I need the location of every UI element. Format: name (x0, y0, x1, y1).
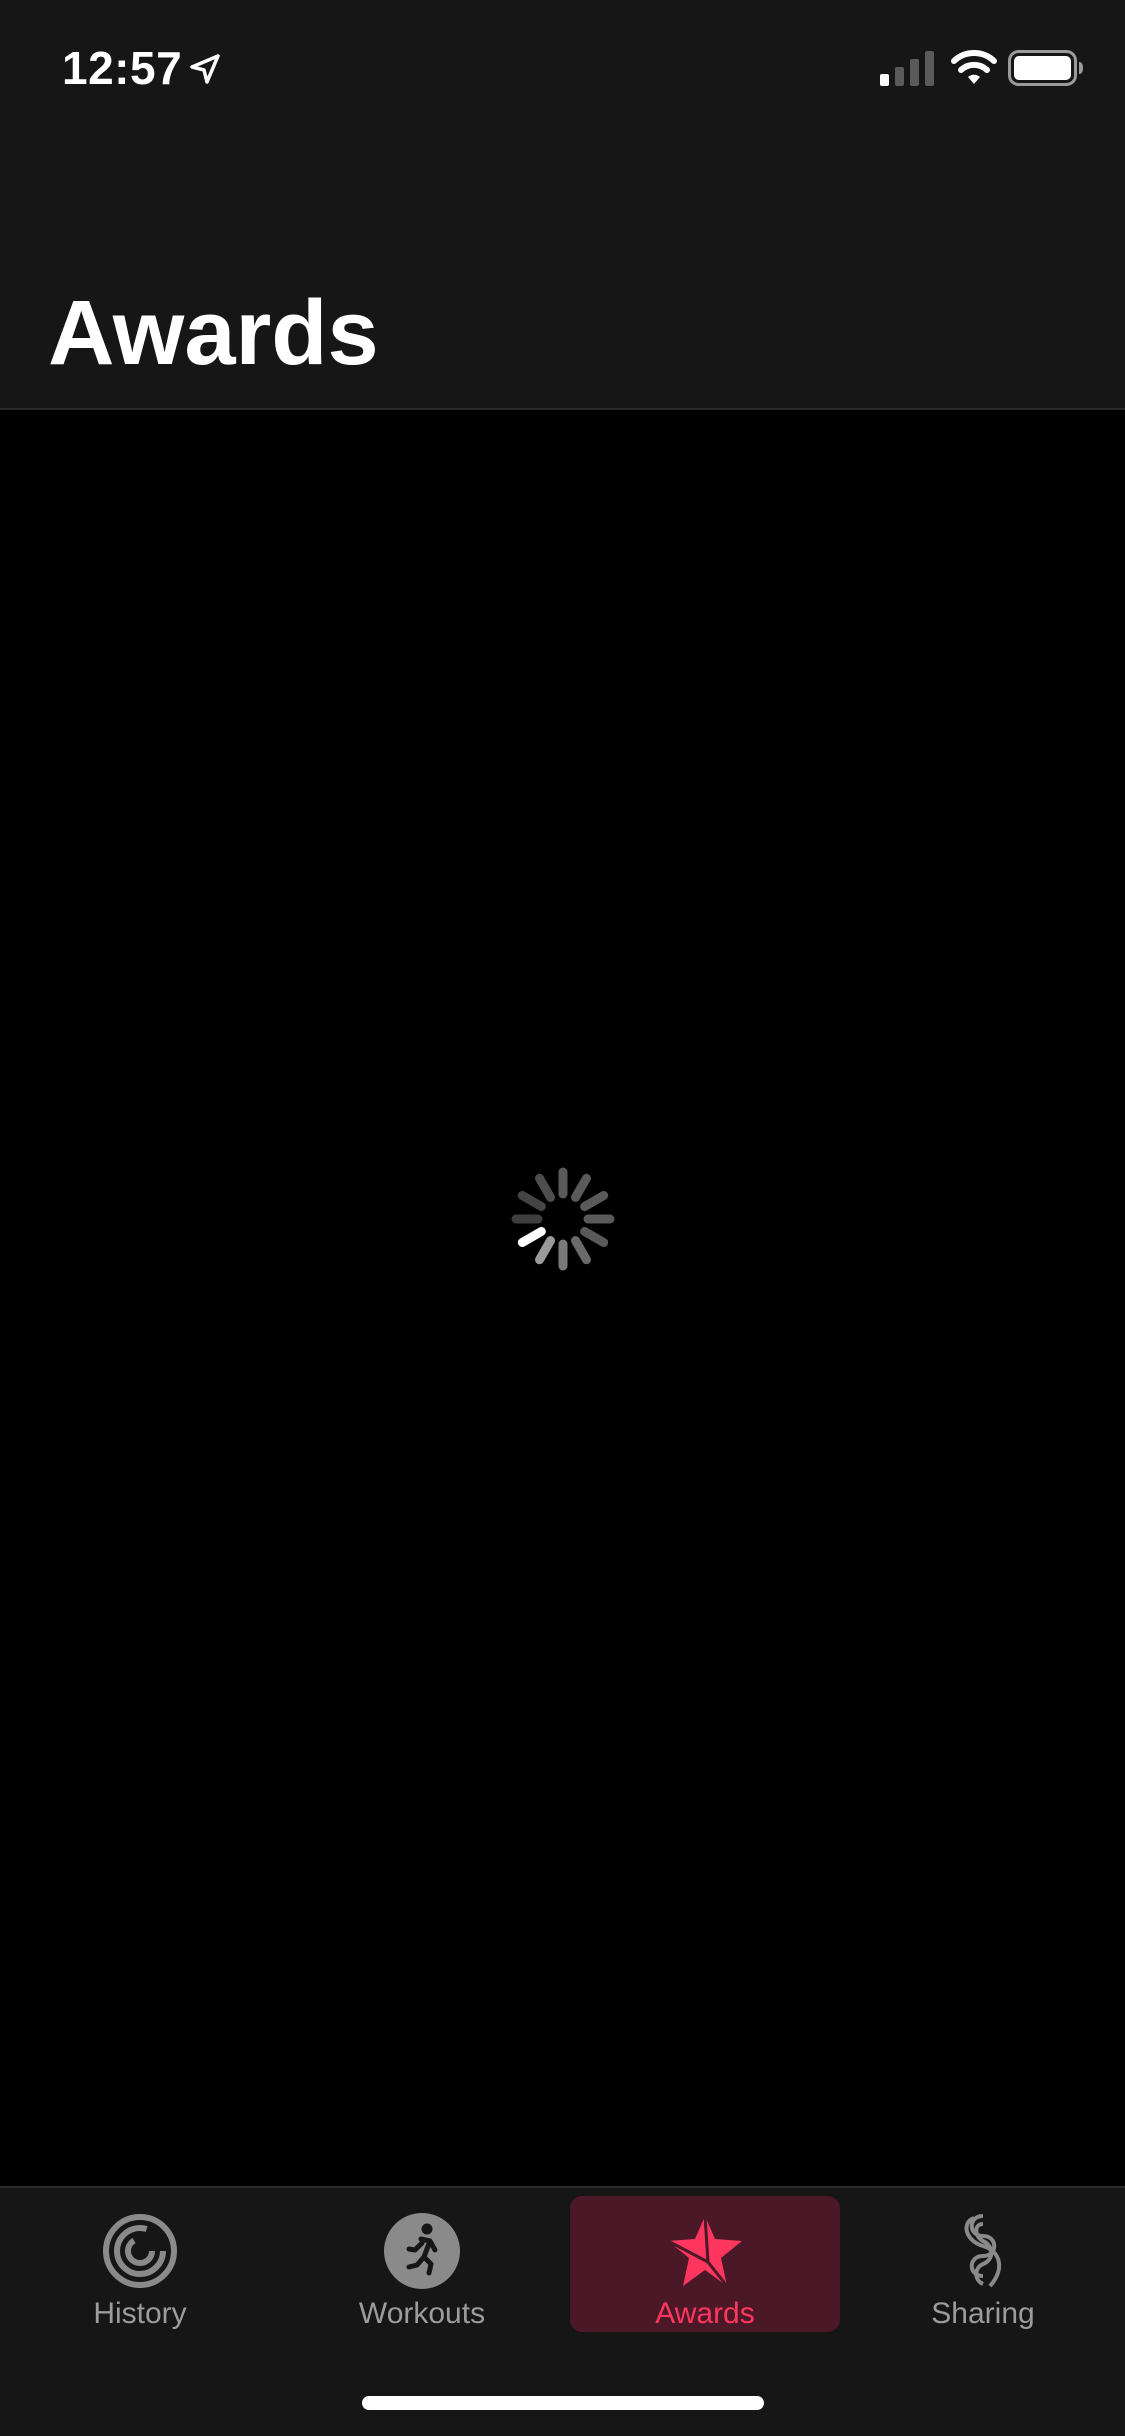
tab-sharing-label: Sharing (931, 2297, 1035, 2330)
tab-workouts-label: Workouts (358, 2297, 486, 2330)
tab-workouts[interactable]: Workouts (287, 2196, 557, 2332)
awards-screen: 12:57 Awards History Workouts Awards Sha… (0, 0, 1125, 2436)
activity-spinner-icon (511, 1167, 615, 1271)
star-award-icon (667, 2215, 742, 2287)
status-time: 12:57 (62, 42, 183, 94)
sharing-rings-icon (964, 2214, 1001, 2288)
tab-awards-label: Awards (655, 2297, 755, 2330)
battery-icon (1008, 50, 1083, 86)
cellular-signal-icon (880, 51, 934, 86)
home-indicator[interactable] (362, 2396, 764, 2410)
wifi-icon (951, 50, 997, 84)
location-arrow-icon (190, 54, 220, 84)
page-title: Awards (48, 282, 379, 384)
tab-sharing[interactable]: Sharing (848, 2196, 1118, 2332)
running-figure-icon (384, 2213, 460, 2289)
tab-awards[interactable]: Awards (570, 2196, 840, 2332)
status-bar: 12:57 (0, 0, 1125, 140)
tab-history[interactable]: History (5, 2196, 275, 2332)
tab-history-label: History (93, 2297, 187, 2330)
activity-rings-icon (103, 2214, 177, 2288)
navigation-header: 12:57 Awards (0, 0, 1125, 410)
